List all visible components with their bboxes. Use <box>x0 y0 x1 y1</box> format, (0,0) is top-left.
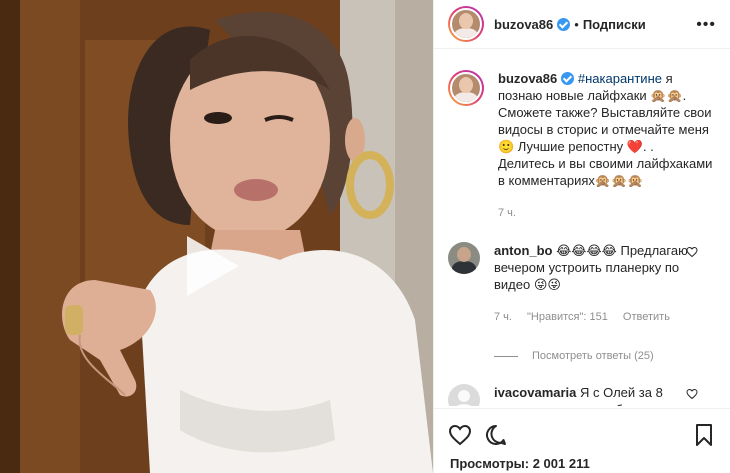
instagram-post: buzova86 • Подписки ••• buzova86 #накара… <box>0 0 730 473</box>
view-replies-label: Посмотреть ответы (25) <box>532 350 654 362</box>
following-button[interactable]: Подписки <box>583 17 646 32</box>
separator-dot: • <box>574 16 579 32</box>
action-bar: Просмотры: 2 001 211 <box>434 408 730 473</box>
caption-text: я познаю новые лайфхаки 🙊🙊. Сможете такж… <box>498 71 713 188</box>
comment-item: anton_bo 😂😂😂😂 Предлагаю вечером устроить… <box>448 242 716 326</box>
verified-badge-icon <box>561 72 575 85</box>
post-sidebar: buzova86 • Подписки ••• buzova86 #накара… <box>433 0 730 473</box>
views-count: Просмотры: 2 001 211 <box>450 456 590 471</box>
comment-meta: 7 ч. "Нравится": 151 Ответить <box>494 309 694 326</box>
like-comment-heart-icon[interactable] <box>686 388 698 400</box>
comment-likes[interactable]: "Нравится": 151 <box>527 311 608 323</box>
caption-time[interactable]: 7 ч. <box>498 207 516 219</box>
caption-avatar[interactable] <box>448 70 484 106</box>
comment-time[interactable]: 7 ч. <box>494 311 512 323</box>
caption-author[interactable]: buzova86 <box>498 71 557 86</box>
commenter-username[interactable]: ivacovamaria <box>494 385 576 400</box>
play-icon[interactable] <box>187 236 239 296</box>
reply-button[interactable]: Ответить <box>623 311 670 323</box>
comment-icon[interactable] <box>484 423 508 447</box>
verified-badge-icon <box>557 17 571 31</box>
caption-meta: 7 ч. <box>498 205 713 222</box>
more-options-icon[interactable]: ••• <box>696 16 716 34</box>
author-avatar[interactable] <box>448 6 484 42</box>
commenter-avatar[interactable] <box>448 384 480 406</box>
commenter-avatar[interactable] <box>448 242 480 274</box>
commenter-username[interactable]: anton_bo <box>494 243 553 258</box>
author-username[interactable]: buzova86 <box>494 17 553 32</box>
caption-hashtag[interactable]: #накарантине <box>578 71 662 86</box>
post-header: buzova86 • Подписки ••• <box>434 0 730 49</box>
bookmark-icon[interactable] <box>692 423 716 447</box>
caption: buzova86 #накарантине я познаю новые лай… <box>448 70 716 222</box>
comments-list[interactable]: buzova86 #накарантине я познаю новые лай… <box>434 70 730 406</box>
like-comment-heart-icon[interactable] <box>686 246 698 258</box>
video-media[interactable] <box>0 0 433 473</box>
view-replies-button[interactable]: Посмотреть ответы (25) <box>494 350 716 362</box>
comment-item: ivacovamaria Я с Олей за 8 месяцев наччи… <box>448 384 716 406</box>
heart-icon[interactable] <box>448 423 472 447</box>
